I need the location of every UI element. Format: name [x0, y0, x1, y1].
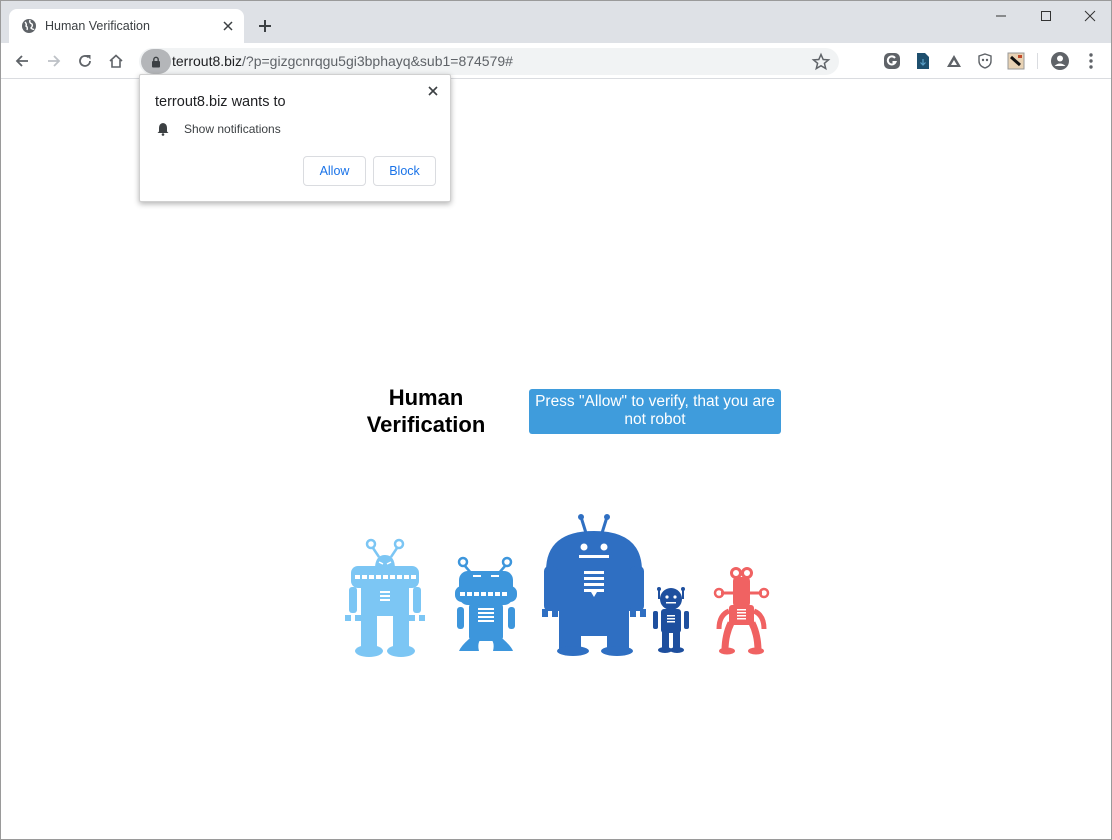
- account-icon: [1051, 52, 1069, 70]
- shield-icon: [978, 53, 992, 69]
- file-download-icon: [917, 53, 929, 69]
- robot-small-navy: [653, 587, 689, 653]
- block-button[interactable]: Block: [373, 156, 436, 186]
- arrow-left-icon: [15, 55, 28, 67]
- url-host: terrout8.biz: [172, 53, 243, 69]
- profile-button[interactable]: [1050, 51, 1070, 71]
- more-vert-icon: [1089, 53, 1093, 69]
- url-path: /?p=gizgcnrqgu5gi3bphayq&sub1=874579#: [242, 53, 513, 69]
- menu-button[interactable]: [1081, 51, 1101, 71]
- verify-instruction-box: Press "Allow" to verify, that you are no…: [529, 389, 781, 434]
- close-icon: [1084, 10, 1096, 22]
- grammarly-extension[interactable]: [882, 51, 902, 71]
- home-button[interactable]: [103, 48, 129, 74]
- triangle-extension[interactable]: [944, 51, 964, 71]
- maximize-button[interactable]: [1023, 1, 1069, 31]
- shield-extension[interactable]: [975, 51, 995, 71]
- tab-title: Human Verification: [45, 19, 150, 33]
- robots-illustration: [345, 514, 770, 657]
- popup-close-button[interactable]: [425, 83, 441, 99]
- plus-icon: [259, 20, 271, 32]
- close-icon: [428, 86, 438, 96]
- back-button[interactable]: [9, 48, 35, 74]
- tab-human-verification[interactable]: Human Verification: [9, 9, 244, 43]
- picture-extension[interactable]: [1006, 51, 1026, 71]
- minimize-icon: [996, 15, 1006, 17]
- robot-red: [713, 567, 770, 655]
- reload-button[interactable]: [72, 48, 98, 74]
- download-extension[interactable]: [913, 51, 933, 71]
- permission-label: Show notifications: [184, 122, 281, 136]
- new-tab-button[interactable]: [254, 15, 276, 37]
- triangle-icon: [947, 55, 961, 67]
- address-bar[interactable]: terrout8.biz/?p=gizgcnrqgu5gi3bphayq&sub…: [139, 48, 839, 75]
- robot-medium-blue: [455, 556, 517, 651]
- page-heading: Human Verification: [346, 384, 506, 438]
- browser-window: Human Verification terrout8.biz/?p=gizgc…: [0, 0, 1112, 840]
- lock-icon: [152, 56, 160, 67]
- robot-big-blue: [542, 514, 646, 656]
- home-icon: [109, 54, 123, 68]
- toolbar-separator: [1037, 53, 1038, 69]
- picture-icon: [1007, 52, 1025, 70]
- minimize-button[interactable]: [978, 1, 1024, 31]
- bell-icon: [157, 123, 169, 136]
- window-close-button[interactable]: [1067, 1, 1112, 31]
- heading-line-1: Human: [388, 385, 464, 410]
- url-text[interactable]: terrout8.biz/?p=gizgcnrqgu5gi3bphayq&sub…: [172, 53, 513, 69]
- notification-permission-popup: terrout8.biz wants to Show notifications…: [139, 74, 451, 202]
- close-icon[interactable]: [218, 16, 238, 36]
- maximize-icon: [1041, 11, 1051, 21]
- reload-icon: [79, 55, 91, 67]
- arrow-right-icon: [48, 55, 61, 67]
- allow-button[interactable]: Allow: [303, 156, 366, 186]
- popup-title: terrout8.biz wants to: [155, 94, 286, 110]
- site-info-button[interactable]: [141, 49, 171, 74]
- robot-light-blue: [345, 538, 425, 657]
- grammarly-icon: [884, 53, 900, 69]
- forward-button[interactable]: [41, 48, 67, 74]
- heading-line-2: Verification: [366, 412, 486, 437]
- globe-icon: [22, 19, 36, 33]
- star-icon[interactable]: [811, 52, 831, 72]
- tab-strip: Human Verification: [1, 1, 1111, 43]
- permission-row: Show notifications: [157, 122, 281, 136]
